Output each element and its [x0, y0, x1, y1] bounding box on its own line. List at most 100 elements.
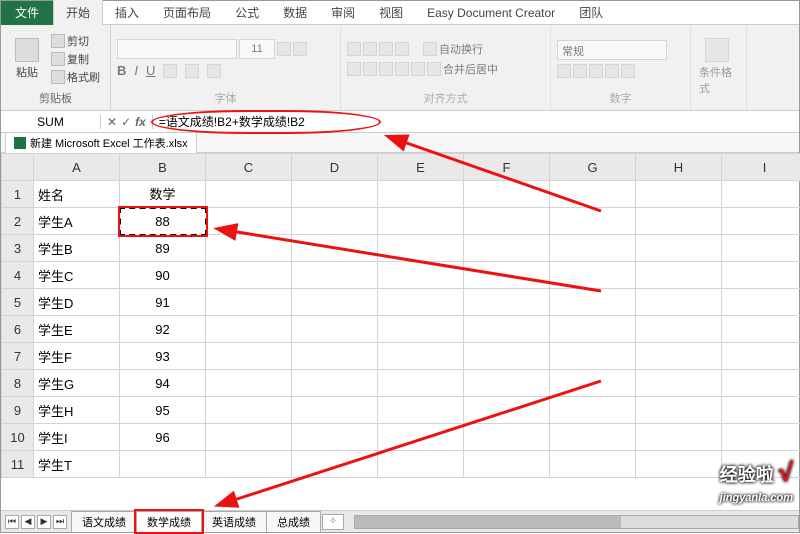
tab-team[interactable]: 团队 — [567, 0, 615, 25]
cell[interactable] — [636, 289, 722, 316]
sheet-tab-active[interactable]: 数学成绩 — [136, 511, 202, 532]
tab-data[interactable]: 数据 — [271, 0, 319, 25]
sheet-nav-prev[interactable]: ◀ — [21, 515, 35, 529]
wrap-text-button[interactable]: 自动换行 — [439, 41, 483, 57]
row-header[interactable]: 8 — [2, 370, 34, 397]
cell[interactable] — [636, 208, 722, 235]
cell[interactable] — [722, 208, 800, 235]
cell[interactable] — [722, 181, 800, 208]
cell[interactable] — [722, 343, 800, 370]
tab-formulas[interactable]: 公式 — [223, 0, 271, 25]
enter-formula-button[interactable]: ✓ — [121, 115, 131, 129]
cell[interactable] — [206, 262, 292, 289]
border-icon[interactable] — [163, 64, 177, 78]
select-all-corner[interactable] — [2, 154, 34, 181]
workbook-file-tab[interactable]: 新建 Microsoft Excel 工作表.xlsx — [5, 132, 197, 153]
cell[interactable] — [206, 424, 292, 451]
cell[interactable] — [378, 424, 464, 451]
tab-layout[interactable]: 页面布局 — [151, 0, 223, 25]
cell[interactable] — [378, 397, 464, 424]
row-header[interactable]: 6 — [2, 316, 34, 343]
cell[interactable]: 学生F — [34, 343, 120, 370]
shrink-font-icon[interactable] — [293, 42, 307, 56]
cell[interactable]: 学生E — [34, 316, 120, 343]
cell[interactable]: 姓名 — [34, 181, 120, 208]
cell[interactable] — [550, 370, 636, 397]
align-bottom-icon[interactable] — [379, 42, 393, 56]
col-header[interactable]: B — [120, 154, 206, 181]
col-header[interactable]: E — [378, 154, 464, 181]
row-header[interactable]: 2 — [2, 208, 34, 235]
number-format-combo[interactable]: 常规 — [557, 40, 667, 60]
sheet-tab[interactable]: 语文成绩 — [71, 511, 137, 532]
cell[interactable] — [206, 316, 292, 343]
grow-font-icon[interactable] — [277, 42, 291, 56]
cell-selected[interactable]: 88 — [120, 208, 206, 235]
cell[interactable] — [464, 370, 550, 397]
cell[interactable] — [464, 316, 550, 343]
col-header[interactable]: I — [722, 154, 800, 181]
cell[interactable]: 93 — [120, 343, 206, 370]
tab-home[interactable]: 开始 — [53, 0, 103, 26]
cell[interactable] — [206, 208, 292, 235]
indent-dec-icon[interactable] — [395, 62, 409, 76]
font-size-combo[interactable]: 11 — [239, 39, 275, 59]
orientation-icon[interactable] — [395, 42, 409, 56]
cell[interactable] — [464, 343, 550, 370]
cell[interactable] — [378, 316, 464, 343]
cell[interactable]: 学生C — [34, 262, 120, 289]
cell[interactable] — [722, 316, 800, 343]
cell[interactable] — [722, 235, 800, 262]
cell[interactable] — [550, 343, 636, 370]
cell[interactable] — [292, 451, 378, 478]
percent-icon[interactable] — [573, 64, 587, 78]
cell[interactable]: 学生G — [34, 370, 120, 397]
row-header[interactable]: 3 — [2, 235, 34, 262]
inc-decimal-icon[interactable] — [605, 64, 619, 78]
cell[interactable] — [292, 343, 378, 370]
fill-color-icon[interactable] — [185, 64, 199, 78]
tab-edc[interactable]: Easy Document Creator — [415, 2, 567, 24]
cell[interactable] — [464, 181, 550, 208]
cell[interactable]: 91 — [120, 289, 206, 316]
cell[interactable] — [550, 424, 636, 451]
cell[interactable] — [378, 262, 464, 289]
cell[interactable] — [550, 289, 636, 316]
indent-inc-icon[interactable] — [411, 62, 425, 76]
cell[interactable] — [292, 397, 378, 424]
align-top-icon[interactable] — [347, 42, 361, 56]
file-tab[interactable]: 文件 — [1, 1, 53, 25]
row-header[interactable]: 9 — [2, 397, 34, 424]
cell[interactable] — [722, 262, 800, 289]
cell[interactable] — [206, 451, 292, 478]
italic-button[interactable]: I — [134, 63, 138, 78]
cell[interactable] — [206, 370, 292, 397]
cell[interactable]: 94 — [120, 370, 206, 397]
font-color-icon[interactable] — [207, 64, 221, 78]
cell[interactable] — [206, 181, 292, 208]
row-header[interactable]: 10 — [2, 424, 34, 451]
cell[interactable] — [464, 235, 550, 262]
col-header[interactable]: A — [34, 154, 120, 181]
sheet-tab[interactable]: 总成绩 — [266, 511, 321, 532]
cell[interactable] — [206, 343, 292, 370]
row-header[interactable]: 1 — [2, 181, 34, 208]
cell[interactable]: 学生I — [34, 424, 120, 451]
cell[interactable]: 89 — [120, 235, 206, 262]
cell[interactable] — [636, 316, 722, 343]
col-header[interactable]: D — [292, 154, 378, 181]
name-box[interactable]: SUM — [1, 115, 101, 129]
dec-decimal-icon[interactable] — [621, 64, 635, 78]
currency-icon[interactable] — [557, 64, 571, 78]
cell[interactable]: 90 — [120, 262, 206, 289]
cell[interactable] — [636, 370, 722, 397]
tab-view[interactable]: 视图 — [367, 0, 415, 25]
cell[interactable] — [464, 451, 550, 478]
cell[interactable] — [464, 424, 550, 451]
sheet-nav-last[interactable]: ⏭ — [53, 515, 67, 529]
row-header[interactable]: 4 — [2, 262, 34, 289]
cell[interactable] — [206, 235, 292, 262]
horizontal-scrollbar[interactable] — [354, 515, 799, 529]
cell[interactable] — [550, 235, 636, 262]
cell[interactable] — [292, 262, 378, 289]
